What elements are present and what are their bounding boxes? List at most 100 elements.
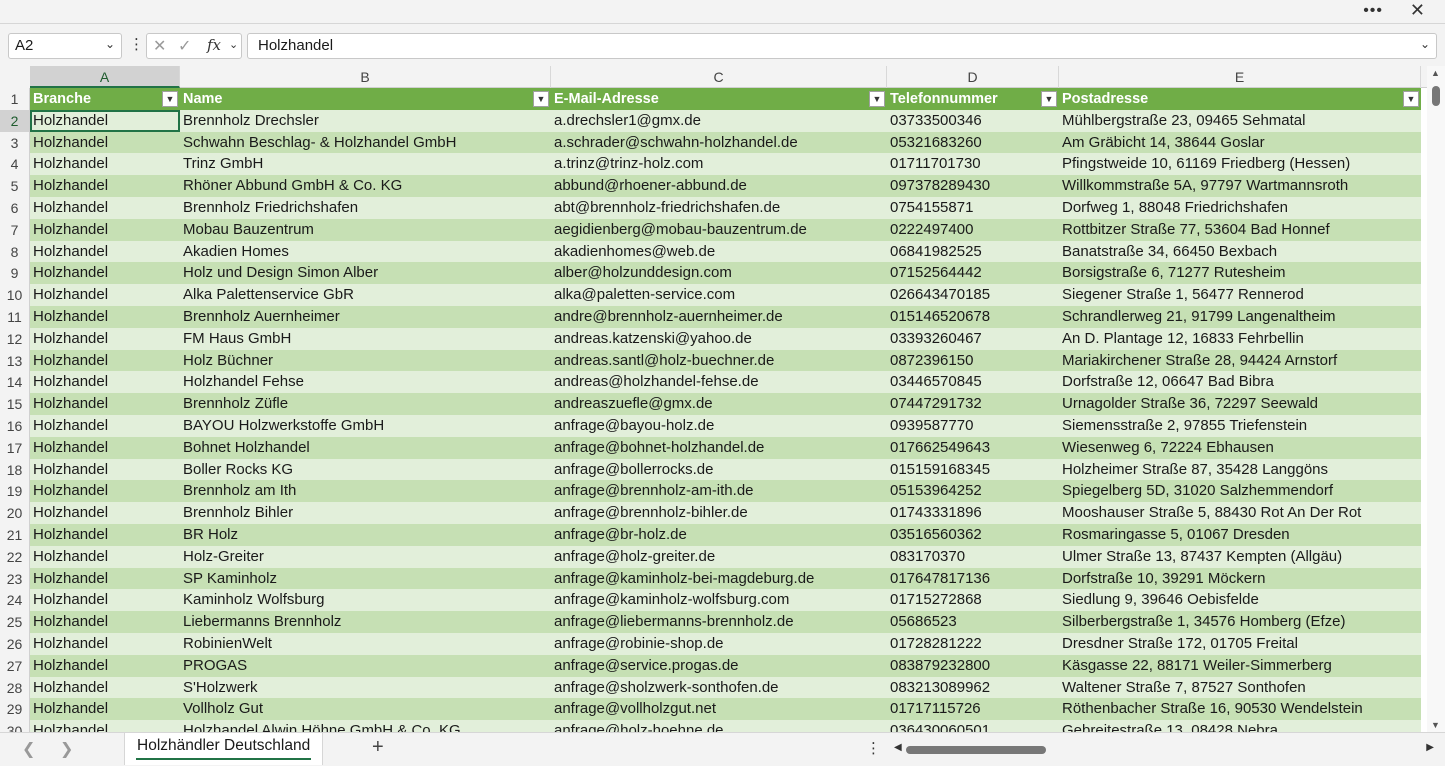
filter-dropdown-icon[interactable]: ▼ xyxy=(1403,91,1419,107)
table-cell[interactable]: anfrage@kaminholz-bei-magdeburg.de xyxy=(551,567,887,590)
table-cell[interactable]: alber@holzunddesign.com xyxy=(551,262,887,285)
row-number[interactable]: 28 xyxy=(0,676,30,699)
table-cell[interactable]: Holzhandel xyxy=(30,632,180,655)
table-cell[interactable]: 083213089962 xyxy=(887,676,1059,699)
table-cell[interactable]: abbund@rhoener-abbund.de xyxy=(551,175,887,197)
table-cell[interactable]: Brennholz Auernheimer xyxy=(180,305,551,328)
row-number[interactable]: 24 xyxy=(0,589,30,612)
table-cell[interactable]: Brennholz Drechsler xyxy=(180,109,551,132)
table-cell[interactable]: andreas@holzhandel-fehse.de xyxy=(551,371,887,394)
row-number[interactable]: 8 xyxy=(0,240,30,263)
table-cell[interactable]: 017647817136 xyxy=(887,567,1059,590)
table-cell[interactable]: 097378289430 xyxy=(887,175,1059,197)
row-number[interactable]: 22 xyxy=(0,545,30,568)
table-cell[interactable]: Holzhandel xyxy=(30,349,180,372)
row-number[interactable]: 9 xyxy=(0,262,30,285)
table-cell[interactable]: 0872396150 xyxy=(887,349,1059,372)
row-number[interactable]: 21 xyxy=(0,523,30,546)
column-header-c[interactable]: C xyxy=(551,66,887,88)
horizontal-scrollbar[interactable]: ◀ ▶ xyxy=(894,742,1434,755)
row-number[interactable]: 30 xyxy=(0,720,30,732)
table-cell[interactable]: Holzhandel xyxy=(30,305,180,328)
table-cell[interactable]: Waltener Straße 7, 87527 Sonthofen xyxy=(1059,676,1421,699)
table-cell[interactable]: Rhöner Abbund GmbH & Co. KG xyxy=(180,175,551,197)
table-cell[interactable]: Brennholz Bihler xyxy=(180,502,551,524)
table-cell[interactable]: 026643470185 xyxy=(887,284,1059,306)
more-options-icon[interactable]: ••• xyxy=(1363,2,1383,20)
table-cell[interactable]: PROGAS xyxy=(180,654,551,677)
filter-dropdown-icon[interactable]: ▼ xyxy=(869,91,885,107)
table-cell[interactable]: Silberbergstraße 1, 34576 Homberg (Efze) xyxy=(1059,611,1421,633)
filter-dropdown-icon[interactable]: ▼ xyxy=(1041,91,1057,107)
table-cell[interactable]: a.drechsler1@gmx.de xyxy=(551,109,887,132)
row-number[interactable]: 5 xyxy=(0,175,30,197)
table-cell[interactable]: 07152564442 xyxy=(887,262,1059,285)
table-cell[interactable]: Holzhandel xyxy=(30,262,180,285)
table-cell[interactable]: Holzhandel xyxy=(30,589,180,612)
table-cell[interactable]: Holzhandel xyxy=(30,196,180,219)
insert-function-icon[interactable]: fx xyxy=(207,36,221,54)
table-cell[interactable]: Pfingstweide 10, 61169 Friedberg (Hessen… xyxy=(1059,153,1421,176)
table-cell[interactable]: Holzhandel xyxy=(30,611,180,633)
table-cell[interactable]: anfrage@service.progas.de xyxy=(551,654,887,677)
table-cell[interactable]: 03446570845 xyxy=(887,371,1059,394)
table-cell[interactable]: akadienhomes@web.de xyxy=(551,240,887,263)
table-cell[interactable]: 017662549643 xyxy=(887,436,1059,459)
table-cell[interactable]: Schrandlerweg 21, 91799 Langenaltheim xyxy=(1059,305,1421,328)
table-cell[interactable]: Holz und Design Simon Alber xyxy=(180,262,551,285)
table-cell[interactable]: Holzhandel xyxy=(30,218,180,241)
close-icon[interactable]: ✕ xyxy=(1410,0,1425,21)
scroll-left-icon[interactable]: ◀ xyxy=(894,742,902,753)
table-cell[interactable]: andre@brennholz-auernheimer.de xyxy=(551,305,887,328)
filter-dropdown-icon[interactable]: ▼ xyxy=(162,91,178,107)
row-number[interactable]: 10 xyxy=(0,284,30,306)
table-cell[interactable]: Holzhandel xyxy=(30,284,180,306)
table-cell[interactable]: anfrage@bollerrocks.de xyxy=(551,458,887,481)
table-cell[interactable]: a.trinz@trinz-holz.com xyxy=(551,153,887,176)
chevron-down-icon[interactable]: ⌄ xyxy=(105,37,115,51)
table-cell[interactable]: a.schrader@schwahn-holzhandel.de xyxy=(551,131,887,154)
table-cell[interactable]: Urnagolder Straße 36, 72297 Seewald xyxy=(1059,393,1421,415)
table-cell[interactable]: Dresdner Straße 172, 01705 Freital xyxy=(1059,632,1421,655)
table-cell[interactable]: 083879232800 xyxy=(887,654,1059,677)
table-cell[interactable]: 0939587770 xyxy=(887,414,1059,437)
row-number[interactable]: 20 xyxy=(0,502,30,524)
scroll-down-icon[interactable]: ▼ xyxy=(1431,720,1440,730)
tab-options-icon[interactable]: ⋮ xyxy=(866,739,881,757)
table-cell[interactable]: Brennholz Friedrichshafen xyxy=(180,196,551,219)
table-cell[interactable]: Wiesenweg 6, 72224 Ebhausen xyxy=(1059,436,1421,459)
table-cell[interactable]: Bohnet Holzhandel xyxy=(180,436,551,459)
table-cell[interactable]: Holzhandel xyxy=(30,436,180,459)
table-cell[interactable]: Holzhandel xyxy=(30,545,180,568)
table-cell[interactable]: Am Gräbicht 14, 38644 Goslar xyxy=(1059,131,1421,154)
filter-dropdown-icon[interactable]: ▼ xyxy=(533,91,549,107)
table-cell[interactable]: S'Holzwerk xyxy=(180,676,551,699)
table-cell[interactable]: An D. Plantage 12, 16833 Fehrbellin xyxy=(1059,327,1421,350)
row-number[interactable]: 6 xyxy=(0,196,30,219)
table-cell[interactable]: 05686523 xyxy=(887,611,1059,633)
row-number[interactable]: 15 xyxy=(0,393,30,415)
table-cell[interactable]: 07447291732 xyxy=(887,393,1059,415)
table-cell[interactable]: 05321683260 xyxy=(887,131,1059,154)
table-cell[interactable]: Dorfstraße 12, 06647 Bad Bibra xyxy=(1059,371,1421,394)
sheet-tab-active[interactable]: Holzhändler Deutschland xyxy=(124,733,324,765)
table-cell[interactable]: Mariakirchener Straße 28, 94424 Arnstorf xyxy=(1059,349,1421,372)
table-cell[interactable]: Vollholz Gut xyxy=(180,698,551,721)
table-cell[interactable]: 0754155871 xyxy=(887,196,1059,219)
name-box[interactable]: A2 ⌄ xyxy=(8,33,122,59)
row-number[interactable]: 11 xyxy=(0,305,30,328)
table-cell[interactable]: Brennholz am Ith xyxy=(180,480,551,503)
formula-options-icon[interactable]: ⋮ xyxy=(129,35,144,53)
table-cell[interactable]: 015159168345 xyxy=(887,458,1059,481)
prev-sheet-icon[interactable]: ❮ xyxy=(22,739,35,759)
table-cell[interactable]: anfrage@brennholz-am-ith.de xyxy=(551,480,887,503)
table-cell[interactable]: Kaminholz Wolfsburg xyxy=(180,589,551,612)
scroll-right-icon[interactable]: ▶ xyxy=(1426,742,1434,753)
table-cell[interactable]: Holzhandel xyxy=(30,567,180,590)
table-cell[interactable]: Holzhandel xyxy=(30,414,180,437)
table-cell[interactable]: Holzhandel xyxy=(30,523,180,546)
table-cell[interactable]: andreas.santl@holz-buechner.de xyxy=(551,349,887,372)
table-cell[interactable]: Holzhandel xyxy=(30,153,180,176)
table-cell[interactable]: andreaszuefle@gmx.de xyxy=(551,393,887,415)
table-cell[interactable]: 01743331896 xyxy=(887,502,1059,524)
